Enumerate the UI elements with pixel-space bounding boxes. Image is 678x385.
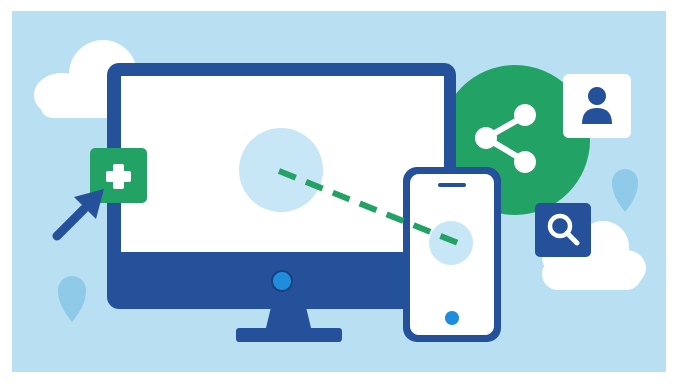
phone-home-button: [445, 311, 459, 325]
scene-svg: [0, 0, 678, 384]
user-profile-icon: [563, 74, 631, 138]
illustration-scene: [0, 0, 678, 385]
search-magnifier-icon: [535, 203, 591, 257]
phone-speaker: [438, 183, 466, 187]
